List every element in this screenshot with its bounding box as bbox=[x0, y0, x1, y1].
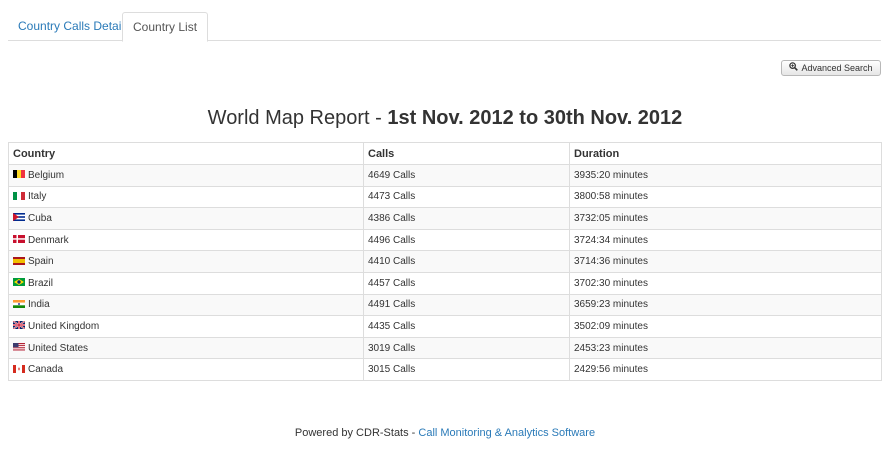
uk-flag-icon bbox=[12, 320, 26, 330]
table-row: Canada 3015 Calls 2429:56 minutes bbox=[8, 358, 882, 381]
duration-cell: 3935:20 minutes bbox=[569, 164, 882, 187]
duration-cell: 3800:58 minutes bbox=[569, 185, 882, 209]
table-header-row: Country Calls Duration bbox=[8, 142, 882, 165]
advanced-search-button[interactable]: Advanced Search bbox=[781, 60, 881, 76]
table-row: Denmark 4496 Calls 3724:34 minutes bbox=[8, 228, 882, 252]
calls-cell: 4410 Calls bbox=[363, 250, 570, 273]
calls-cell: 4435 Calls bbox=[363, 315, 570, 338]
country-name: Denmark bbox=[28, 234, 69, 246]
column-header-duration: Duration bbox=[569, 142, 882, 165]
page-title: World Map Report - 1st Nov. 2012 to 30th… bbox=[0, 107, 890, 130]
canada-flag-icon bbox=[13, 364, 25, 373]
table-row: United Kingdom 4435 Calls 3502:09 minutes bbox=[8, 315, 882, 338]
tab-country-list[interactable]: Country List bbox=[122, 12, 209, 42]
calls-cell: 4649 Calls bbox=[363, 164, 570, 187]
country-name: Spain bbox=[28, 256, 54, 268]
country-name: Italy bbox=[28, 191, 47, 203]
calls-cell: 4473 Calls bbox=[363, 185, 570, 209]
table-row: United States 3019 Calls 2453:23 minutes bbox=[8, 336, 882, 360]
calls-cell: 3015 Calls bbox=[363, 358, 570, 381]
us-flag-icon bbox=[13, 342, 25, 351]
footer-link[interactable]: Call Monitoring & Analytics Software bbox=[418, 427, 595, 439]
zoom-in-icon bbox=[789, 61, 799, 75]
table-row: Belgium 4649 Calls 3935:20 minutes bbox=[8, 164, 882, 187]
country-name: Brazil bbox=[28, 277, 54, 289]
table-row: India 4491 Calls 3659:23 minutes bbox=[8, 293, 882, 317]
country-cell: Spain bbox=[8, 250, 364, 273]
brazil-flag-icon bbox=[13, 278, 25, 287]
table-row: Cuba 4386 Calls 3732:05 minutes bbox=[8, 207, 882, 230]
table-row: Brazil 4457 Calls 3702:30 minutes bbox=[8, 271, 882, 295]
india-flag-icon bbox=[13, 299, 25, 308]
belgium-flag-icon bbox=[13, 170, 25, 179]
country-cell: United Kingdom bbox=[8, 315, 364, 338]
country-name: Canada bbox=[28, 364, 64, 376]
country-cell: Cuba bbox=[8, 207, 364, 230]
duration-cell: 3702:30 minutes bbox=[569, 271, 882, 295]
duration-cell: 2453:23 minutes bbox=[569, 336, 882, 360]
country-cell: Brazil bbox=[8, 271, 364, 295]
country-cell: Belgium bbox=[8, 164, 364, 187]
country-cell: Denmark bbox=[8, 228, 364, 252]
title-date-range: 1st Nov. 2012 to 30th Nov. 2012 bbox=[387, 107, 683, 129]
calls-cell: 4491 Calls bbox=[363, 293, 570, 317]
calls-cell: 4496 Calls bbox=[363, 228, 570, 252]
advanced-search-label: Advanced Search bbox=[801, 63, 873, 73]
denmark-flag-icon bbox=[13, 234, 25, 243]
calls-cell: 4457 Calls bbox=[363, 271, 570, 295]
column-header-country: Country bbox=[8, 142, 364, 165]
duration-cell: 3502:09 minutes bbox=[569, 315, 882, 338]
column-header-calls: Calls bbox=[363, 142, 570, 165]
country-name: India bbox=[28, 299, 50, 311]
footer-text: Powered by CDR-Stats - bbox=[294, 427, 419, 439]
country-name: Belgium bbox=[28, 169, 65, 181]
country-name: Cuba bbox=[28, 212, 52, 224]
cuba-flag-icon bbox=[13, 213, 25, 222]
country-cell: United States bbox=[8, 336, 364, 360]
country-cell: India bbox=[8, 293, 364, 317]
table-row: Italy 4473 Calls 3800:58 minutes bbox=[8, 185, 882, 209]
duration-cell: 2429:56 minutes bbox=[569, 358, 882, 381]
duration-cell: 3724:34 minutes bbox=[569, 228, 882, 252]
duration-cell: 3659:23 minutes bbox=[569, 293, 882, 317]
duration-cell: 3732:05 minutes bbox=[569, 207, 882, 230]
spain-flag-icon bbox=[13, 256, 25, 265]
country-name: United Kingdom bbox=[28, 320, 100, 332]
country-table: Country Calls Duration Belgium 4649 Calls… bbox=[8, 142, 882, 381]
tab-country-calls-detail[interactable]: Country Calls Detail bbox=[8, 12, 134, 41]
country-cell: Italy bbox=[8, 185, 364, 209]
calls-cell: 3019 Calls bbox=[363, 336, 570, 360]
table-row: Spain 4410 Calls 3714:36 minutes bbox=[8, 250, 882, 273]
country-name: United States bbox=[28, 342, 89, 354]
italy-flag-icon bbox=[13, 191, 25, 200]
title-prefix: World Map Report - bbox=[207, 107, 388, 129]
country-cell: Canada bbox=[8, 358, 364, 381]
footer: Powered by CDR-Stats - Call Monitoring &… bbox=[0, 427, 890, 439]
calls-cell: 4386 Calls bbox=[363, 207, 570, 230]
duration-cell: 3714:36 minutes bbox=[569, 250, 882, 273]
tab-bar: Country Calls Detail Country List bbox=[8, 12, 881, 42]
